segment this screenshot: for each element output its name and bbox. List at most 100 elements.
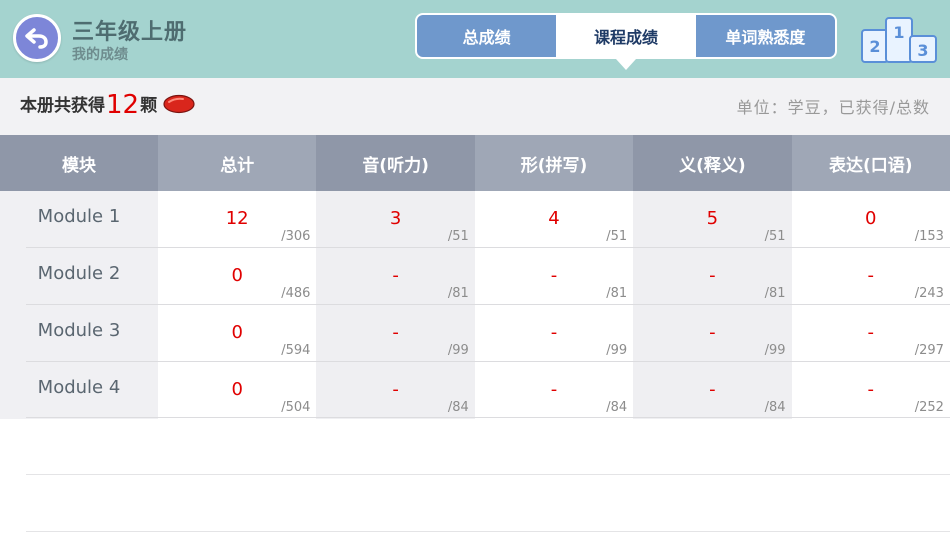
- score-value: -: [709, 265, 716, 286]
- row-divider: [26, 247, 950, 248]
- score-total: /153: [914, 229, 944, 244]
- score-cell: 4/51: [474, 191, 634, 248]
- score-cell: - /81: [316, 248, 475, 305]
- earned-prefix: 本册共获得: [20, 96, 105, 116]
- table-row[interactable]: Module 1 12/306 3/51 4/51 5/51 0/153: [0, 191, 950, 248]
- score-cell: - /81: [474, 248, 634, 305]
- col-header-total: 总计: [158, 135, 317, 191]
- score-cell: 0/153: [791, 191, 950, 248]
- earned-summary: 本册共获得12颗: [20, 90, 195, 120]
- score-cell: 3/51: [316, 191, 475, 248]
- score-value: -: [867, 322, 875, 343]
- score-total: /81: [606, 286, 628, 301]
- score-total: /252: [914, 400, 944, 415]
- row-divider: [26, 474, 950, 475]
- score-cell: - /81: [633, 248, 792, 305]
- row-divider: [26, 531, 950, 532]
- score-value: 5: [706, 208, 719, 229]
- rank-2-label: 2: [869, 37, 880, 56]
- score-total: /51: [764, 229, 786, 244]
- score-value: -: [709, 379, 716, 400]
- table-row[interactable]: Module 4 0/504 - /84 - /84 - /84 - /252: [0, 362, 950, 419]
- col-header-meaning: 义(释义): [679, 155, 746, 176]
- score-total: /81: [447, 286, 469, 301]
- score-value: 0: [231, 379, 243, 400]
- score-cell: 12/306: [158, 191, 317, 248]
- score-cell: - /99: [316, 305, 475, 362]
- score-total: /594: [281, 343, 311, 358]
- score-total: /486: [281, 286, 311, 301]
- score-value: -: [550, 322, 558, 343]
- tab-bar: 总成绩 课程成绩 单词熟悉度: [415, 13, 837, 70]
- table-row[interactable]: Module 2 0/486 - /81 - /81 - /81 - /243: [0, 248, 950, 305]
- score-cell: 0/504: [158, 362, 317, 419]
- score-value: 0: [865, 208, 877, 229]
- module-name: Module 2: [0, 248, 158, 305]
- tab-word-familiarity[interactable]: 单词熟悉度: [695, 15, 835, 57]
- row-divider: [26, 417, 950, 418]
- rank-1-label: 1: [893, 23, 904, 42]
- earned-count: 12: [106, 90, 140, 120]
- tab-total-score[interactable]: 总成绩: [417, 15, 557, 57]
- score-value: -: [550, 265, 558, 286]
- ranking-podium-icon[interactable]: 2 1 3: [860, 16, 938, 64]
- rank-3-label: 3: [917, 41, 928, 60]
- score-total: /51: [447, 229, 469, 244]
- score-total: /84: [606, 400, 628, 415]
- col-header-expression: 表达(口语): [791, 135, 950, 191]
- score-total: /243: [914, 286, 944, 301]
- page-subtitle: 我的成绩: [72, 47, 128, 63]
- score-cell: 5/51: [633, 191, 792, 248]
- row-divider: [26, 361, 950, 362]
- score-total: /306: [281, 229, 311, 244]
- table-row[interactable]: Module 3 0/594 - /99 - /99 - /99 - /297: [0, 305, 950, 362]
- score-table: Module 1 12/306 3/51 4/51 5/51 0/153 Mod…: [0, 191, 950, 419]
- score-total: /84: [447, 400, 469, 415]
- top-bar: 三年级上册 我的成绩 总成绩 课程成绩 单词熟悉度 2 1 3: [0, 0, 950, 78]
- bean-icon: [163, 94, 195, 114]
- score-value: -: [392, 322, 399, 343]
- score-cell: - /243: [791, 248, 950, 305]
- col-header-module: 模块: [62, 155, 96, 176]
- score-value: 0: [231, 322, 243, 343]
- score-total: /99: [447, 343, 469, 358]
- score-cell: - /84: [633, 362, 792, 419]
- score-cell: 0/486: [158, 248, 317, 305]
- score-cell: - /84: [474, 362, 634, 419]
- row-divider: [26, 304, 950, 305]
- col-header-sound: 音(听力): [362, 155, 429, 176]
- score-value: 0: [231, 265, 243, 286]
- score-cell: - /297: [791, 305, 950, 362]
- score-cell: - /99: [474, 305, 634, 362]
- score-total: /99: [764, 343, 786, 358]
- score-total: /81: [764, 286, 786, 301]
- score-value: -: [392, 379, 399, 400]
- score-total: /84: [764, 400, 786, 415]
- score-total: /99: [606, 343, 628, 358]
- score-cell: - /99: [633, 305, 792, 362]
- score-value: 12: [225, 208, 249, 229]
- tab-course-score[interactable]: 课程成绩: [556, 15, 696, 70]
- page-title: 三年级上册: [72, 20, 188, 45]
- score-total: /504: [281, 400, 311, 415]
- module-name: Module 1: [0, 191, 158, 248]
- score-value: -: [392, 265, 399, 286]
- score-total: /51: [606, 229, 628, 244]
- score-value: -: [867, 265, 875, 286]
- col-header-form: 形(拼写): [474, 135, 634, 191]
- back-arrow-icon: [25, 28, 48, 49]
- score-cell: - /84: [316, 362, 475, 419]
- score-value: 3: [389, 208, 402, 229]
- back-button[interactable]: [13, 14, 61, 62]
- module-name: Module 4: [0, 362, 158, 419]
- module-name: Module 3: [0, 305, 158, 362]
- score-value: -: [867, 379, 875, 400]
- table-header: 模块 总计 音(听力) 形(拼写) 义(释义) 表达(口语): [0, 135, 950, 191]
- earned-suffix: 颗: [140, 96, 158, 116]
- score-value: -: [709, 322, 716, 343]
- unit-note: 单位：学豆，已获得/总数: [736, 98, 930, 117]
- score-total: /297: [914, 343, 944, 358]
- score-value: 4: [548, 208, 560, 229]
- score-cell: 0/594: [158, 305, 317, 362]
- score-cell: - /252: [791, 362, 950, 419]
